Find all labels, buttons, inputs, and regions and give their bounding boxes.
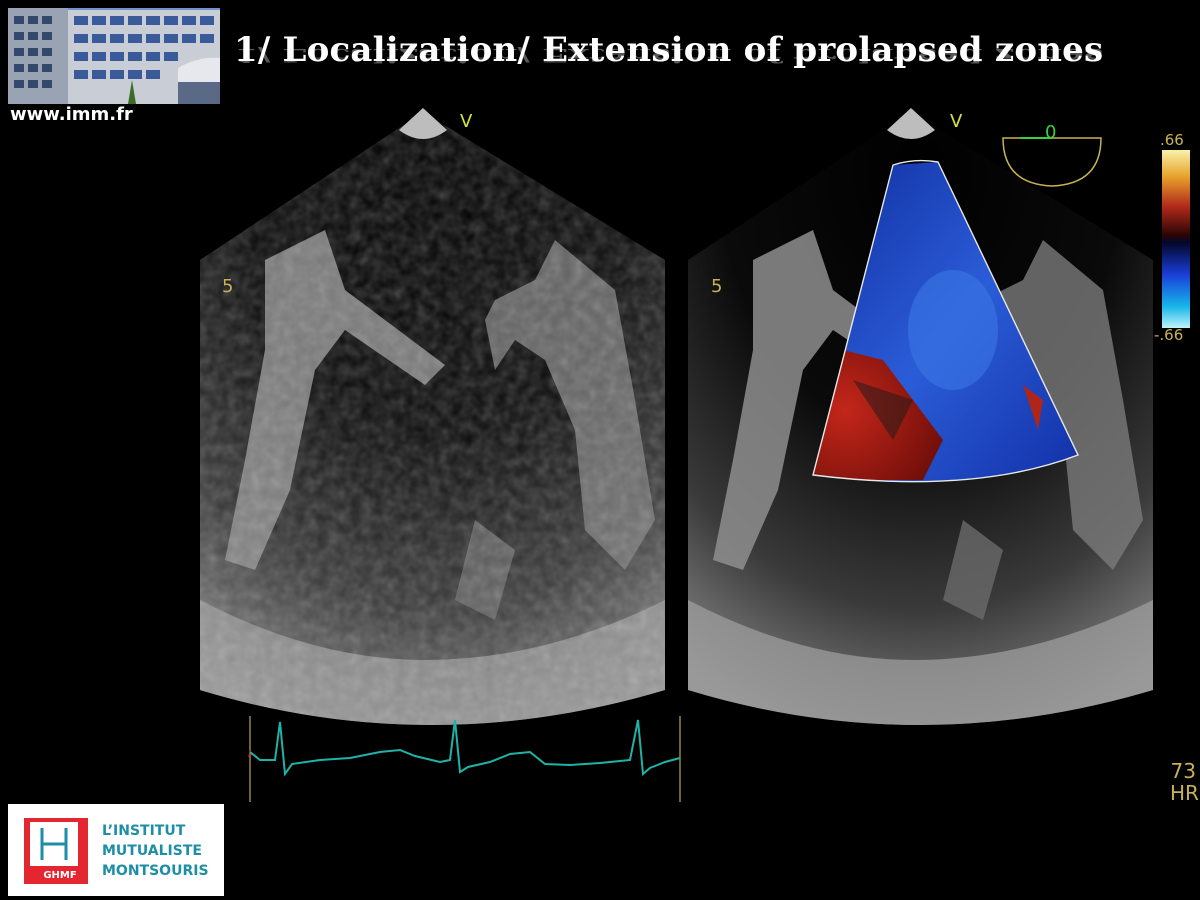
logo-line-2: MUTUALISTE (102, 843, 202, 859)
logo-badge-text: GHMF (43, 870, 77, 881)
heart-rate-value: 73 (1170, 759, 1196, 783)
logo-line-1: L’INSTITUT (102, 823, 186, 839)
velocity-scale-max: .66 (1160, 131, 1184, 149)
building-photo (8, 8, 220, 104)
logo-wordmark: L’INSTITUT MUTUALISTE MONTSOURIS (102, 821, 209, 881)
website-url: www.imm.fr (10, 104, 133, 125)
velocity-color-scale (1162, 150, 1190, 328)
slide-title-reflection: 1/ Localization/ Extension of prolapsed … (234, 44, 1104, 66)
marker-v-right: V (950, 111, 963, 132)
heart-rate-label: HR (1170, 781, 1199, 805)
marker-v-left: V (460, 111, 473, 132)
logo-line-3: MONTSOURIS (102, 863, 209, 879)
institute-logo: GHMF L’INSTITUT MUTUALISTE MONTSOURIS (8, 804, 224, 896)
echo-image-left (200, 108, 665, 725)
angle-value: 0 (1045, 122, 1057, 143)
depth-mark-right: 5 (711, 276, 723, 297)
ecg-trace (248, 716, 681, 802)
depth-mark-left: 5 (222, 276, 234, 297)
echo-image-right (688, 108, 1153, 725)
velocity-scale-min: -.66 (1154, 326, 1184, 344)
heart-rate: 73 HR (1170, 759, 1199, 805)
